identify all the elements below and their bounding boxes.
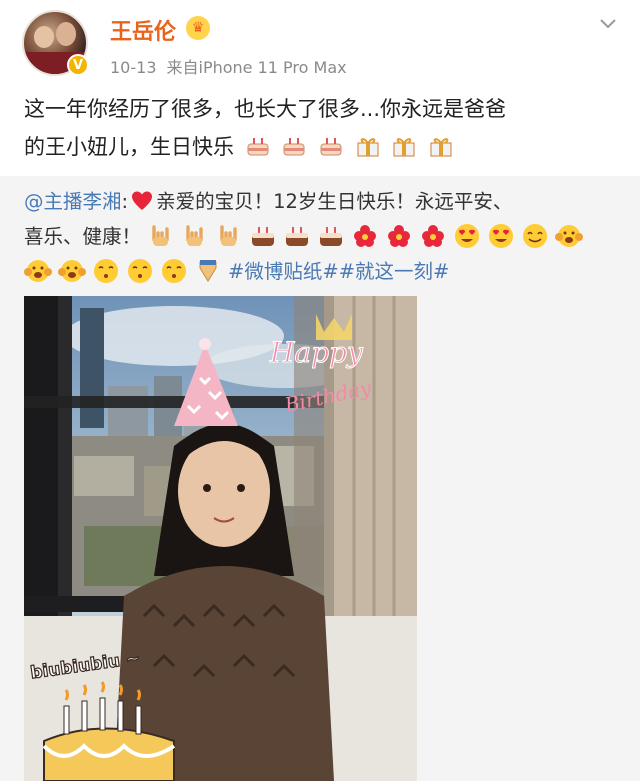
avatar-face-adult (56, 22, 76, 46)
cheer-icon (58, 260, 86, 282)
rock-hand-icon (186, 225, 203, 246)
post-text-line2-wrap: 的王小妞儿，生日快乐 (24, 128, 620, 166)
kiss-icon (94, 259, 118, 283)
crown-icon[interactable]: ♛ (186, 16, 210, 40)
cake-icon (252, 227, 275, 246)
repost-line3: #微博贴纸##就这一刻# (24, 254, 624, 289)
topic-link-stickers[interactable]: #微博贴纸# (228, 260, 339, 283)
cake-icon (286, 227, 309, 246)
cake-icon (247, 138, 269, 156)
repost-card[interactable]: @主播李湘: 亲爱的宝贝！12岁生日快乐！永远平安、 喜乐、健康！ #微博贴纸##… (0, 176, 640, 781)
flower-icon (354, 225, 377, 247)
point-down-icon (199, 260, 217, 282)
verified-v-icon: V (67, 54, 89, 76)
rock-hand-icon (152, 225, 169, 246)
gift-icon (393, 138, 415, 157)
cheer-icon (24, 260, 52, 282)
avatar-face-child (34, 26, 54, 48)
heart-eyes-icon (455, 224, 480, 248)
smile-icon (523, 224, 548, 248)
kiss-icon (128, 259, 152, 283)
post-text-line2: 的王小妞儿，生日快乐 (24, 135, 234, 159)
post-source: 来自iPhone 11 Pro Max (166, 58, 347, 77)
repost-line2: 喜乐、健康！ (24, 219, 624, 254)
post-text: 这一年你经历了很多，也长大了很多...你永远是爸爸 的王小妞儿，生日快乐 (24, 90, 620, 166)
rock-hand-icon (220, 225, 237, 246)
post-photo[interactable]: Happy Birthday biubiubiu ~ (24, 296, 417, 781)
post-meta: 10-13 来自iPhone 11 Pro Max (110, 54, 357, 78)
repost-text: @主播李湘: 亲爱的宝贝！12岁生日快乐！永远平安、 喜乐、健康！ #微博贴纸##… (24, 184, 624, 289)
kiss-icon (162, 259, 186, 283)
flower-icon (422, 225, 445, 247)
gift-icon (357, 138, 379, 157)
happy-sticker: Happy (269, 336, 364, 369)
flower-icon (388, 225, 411, 247)
cake-icon (320, 138, 342, 156)
username[interactable]: 王岳伦 (110, 14, 176, 46)
post-date: 10-13 (110, 58, 157, 77)
photo-illustration: Happy Birthday biubiubiu ~ (24, 296, 417, 781)
gift-icon (430, 138, 452, 157)
repost-line2-text: 喜乐、健康！ (24, 225, 142, 248)
mention-colon: : (121, 190, 129, 213)
mention-link[interactable]: @主播李湘 (24, 190, 122, 213)
cheer-icon (555, 225, 584, 247)
chevron-down-icon[interactable] (598, 14, 618, 34)
heart-eyes-icon (489, 224, 514, 248)
topic-link-this-moment[interactable]: #就这一刻# (339, 260, 450, 283)
post-text-line1: 这一年你经历了很多，也长大了很多...你永远是爸爸 (24, 97, 507, 121)
heart-icon (132, 191, 153, 210)
repost-line1: @主播李湘: 亲爱的宝贝！12岁生日快乐！永远平安、 (24, 184, 624, 219)
weibo-post: V 王岳伦 ♛ 10-13 来自iPhone 11 Pro Max 这一年你经历了… (0, 0, 640, 781)
cake-icon (320, 227, 343, 246)
cake-icon (283, 138, 305, 156)
repost-line1-text: 亲爱的宝贝！12岁生日快乐！永远平安、 (156, 190, 513, 213)
